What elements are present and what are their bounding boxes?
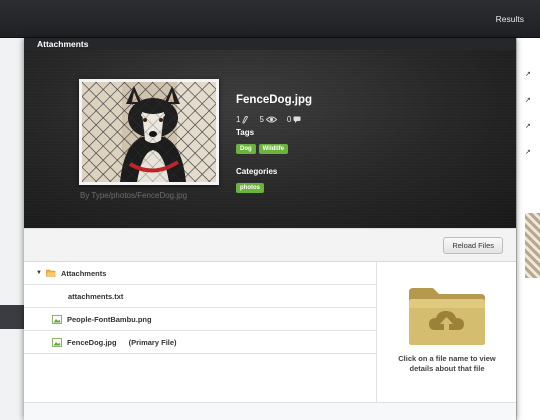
attachments-modal: Attachments By Type/photos/FenceDog.jpg … — [24, 38, 516, 420]
tree-file-row[interactable]: FenceDog.jpg (Primary File) — [24, 331, 376, 354]
file-detail-hero: By Type/photos/FenceDog.jpg FenceDog.jpg… — [24, 50, 516, 228]
modal-title: Attachments — [37, 39, 89, 49]
image-file-icon — [52, 337, 62, 347]
image-file-icon — [52, 314, 62, 324]
tree-file-name[interactable]: attachments.txt — [68, 292, 123, 301]
category-badge[interactable]: photos — [236, 183, 264, 193]
results-link[interactable]: Results — [496, 14, 524, 24]
view-count-value: 5 — [259, 115, 264, 124]
modal-header: Attachments — [24, 38, 516, 50]
paperclip-icon — [242, 115, 249, 124]
comment-count-value: 0 — [286, 115, 292, 124]
primary-file-note: (Primary File) — [128, 337, 177, 347]
folder-open-icon — [46, 269, 56, 277]
arrow-icon: ↗ — [525, 71, 531, 78]
reload-files-button[interactable]: Reload Files — [443, 237, 503, 254]
tree-folder-label: Attachments — [60, 268, 107, 278]
tree-file-row[interactable]: attachments.txt — [24, 285, 376, 308]
tag-list: Dog Wildlife — [236, 144, 312, 154]
file-toolbar: Reload Files — [24, 228, 516, 262]
tree-file-name[interactable]: FenceDog.jpg — [67, 338, 117, 347]
arrow-icon: ↗ — [525, 123, 531, 130]
file-info: FenceDog.jpg 1 5 0 Tags Dog Wildlife Cat… — [236, 94, 312, 193]
modal-footer — [24, 402, 516, 420]
arrow-icon: ↗ — [525, 149, 531, 156]
background-left-panel: › — [0, 38, 24, 420]
app-top-bar: Results — [0, 0, 540, 38]
comment-count: 0 — [287, 115, 301, 124]
arrow-icon: ↗ — [525, 97, 531, 104]
file-name: FenceDog.jpg — [236, 94, 313, 106]
eye-icon — [265, 116, 277, 123]
tree-file-row[interactable]: People-FontBambu.png — [24, 308, 376, 331]
categories-label: Categories — [236, 167, 278, 176]
preview-hint-text: Click on a file name to view details abo… — [398, 354, 496, 373]
folder-upload-icon — [409, 288, 485, 345]
background-right-panel: ↗ ↗ ↗ ↗ — [516, 38, 540, 420]
view-count: 5 — [259, 115, 277, 124]
category-list: photos — [236, 183, 312, 193]
comment-icon — [293, 116, 301, 123]
tree-folder-attachments[interactable]: ▼ Attachments — [24, 262, 376, 285]
tag-badge[interactable]: Wildlife — [258, 144, 288, 154]
background-left-selected-item — [0, 305, 24, 329]
file-path: By Type/photos/FenceDog.jpg — [80, 191, 188, 200]
tag-badge[interactable]: Dog — [236, 144, 256, 154]
file-preview-pane: Click on a file name to view details abo… — [376, 262, 516, 402]
attachment-count-value: 1 — [236, 115, 241, 124]
dog-photo-image — [82, 82, 216, 182]
background-panel-title: Att — [526, 39, 538, 48]
tags-label: Tags — [236, 128, 255, 137]
tree-file-name[interactable]: People-FontBambu.png — [67, 315, 152, 324]
file-stats: 1 5 0 — [236, 115, 312, 124]
caret-down-icon[interactable]: ▼ — [36, 270, 42, 276]
background-thumbnail — [525, 213, 540, 278]
attachment-count: 1 — [236, 115, 249, 124]
file-thumbnail[interactable] — [79, 79, 219, 185]
file-tree: ▼ Attachments attachments.txt People-Fon… — [24, 262, 376, 402]
